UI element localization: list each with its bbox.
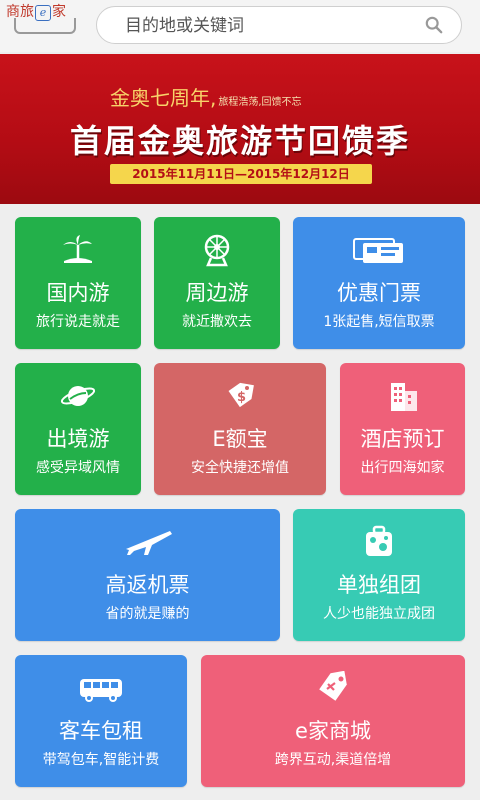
- tile-subtitle: 就近撒欢去: [182, 314, 252, 330]
- tile-discount-tickets[interactable]: 优惠门票 1张起售,短信取票: [293, 217, 465, 349]
- hotel-building-icon: [390, 383, 417, 411]
- tile-e-mall[interactable]: e家商城 跨界互动,渠道倍增: [201, 655, 465, 787]
- tile-title: E额宝: [212, 427, 268, 451]
- tile-hotel-booking[interactable]: 酒店预订 出行四海如家: [340, 363, 465, 495]
- banner-headline: 金奥七周年, 旅程浩荡,回馈不忘: [110, 82, 302, 111]
- tile-subtitle: 出行四海如家: [360, 460, 445, 476]
- search-input[interactable]: [123, 13, 417, 39]
- palm-island-icon: [63, 235, 92, 263]
- tile-title: 周边游: [185, 281, 249, 305]
- shopping-tag-icon: [319, 671, 347, 701]
- tile-subtitle: 省的就是赚的: [105, 606, 190, 622]
- tile-subtitle: 1张起售,短信取票: [323, 314, 435, 330]
- bus-icon: [80, 679, 122, 702]
- tile-domestic-travel[interactable]: 国内游 旅行说走就走: [15, 217, 141, 349]
- banner-headline-main: 金奥七周年,: [110, 86, 217, 110]
- tile-subtitle: 旅行说走就走: [36, 314, 120, 330]
- tile-outbound-travel[interactable]: 出境游 感受异域风情: [15, 363, 141, 495]
- ticket-icon: [353, 238, 403, 263]
- ferris-wheel-icon: [204, 234, 230, 267]
- tile-title: 高返机票: [105, 573, 190, 597]
- tile-title: 单独组团: [337, 573, 421, 597]
- tile-title: 客车包租: [59, 719, 143, 743]
- tile-title: 国内游: [46, 281, 110, 305]
- app-logo[interactable]: 商旅 e 家: [6, 0, 86, 34]
- tile-bus-charter[interactable]: 客车包租 带驾包车,智能计费: [15, 655, 187, 787]
- tile-flight-tickets[interactable]: 高返机票 省的就是赚的: [15, 509, 280, 641]
- top-bar: 商旅 e 家: [0, 0, 480, 52]
- svg-text:$: $: [237, 390, 246, 405]
- luggage-icon: [366, 525, 392, 556]
- tile-title: 优惠门票: [337, 281, 421, 305]
- money-tag-icon: $: [228, 382, 254, 408]
- planet-icon: [60, 386, 96, 406]
- tile-e-money[interactable]: $ E额宝 安全快捷还增值: [154, 363, 326, 495]
- search-icon[interactable]: [425, 16, 443, 34]
- search-bar[interactable]: [96, 6, 462, 44]
- tile-subtitle: 人少也能独立成团: [323, 606, 435, 622]
- logo-frame: [14, 18, 76, 34]
- tile-subtitle: 感受异域风情: [36, 460, 120, 476]
- tile-title: 出境游: [46, 427, 110, 451]
- tile-private-group[interactable]: 单独组团 人少也能独立成团: [293, 509, 465, 641]
- banner-date-range: 2015年11月11日—2015年12月12日: [110, 164, 372, 184]
- airplane-icon: [125, 531, 172, 555]
- promo-banner[interactable]: 金奥七周年, 旅程浩荡,回馈不忘 首届金奥旅游节回馈季 2015年11月11日—2…: [0, 54, 480, 204]
- tile-subtitle: 跨界互动,渠道倍增: [274, 752, 392, 768]
- banner-headline-sub: 旅程浩荡,回馈不忘: [218, 97, 302, 108]
- tile-subtitle: 带驾包车,智能计费: [42, 752, 160, 768]
- tile-subtitle: 安全快捷还增值: [191, 460, 289, 476]
- tile-title: e家商城: [295, 719, 371, 743]
- tile-nearby-travel[interactable]: 周边游 就近撒欢去: [154, 217, 280, 349]
- tile-title: 酒店预订: [360, 427, 445, 451]
- banner-title: 首届金奥旅游节回馈季: [69, 122, 410, 160]
